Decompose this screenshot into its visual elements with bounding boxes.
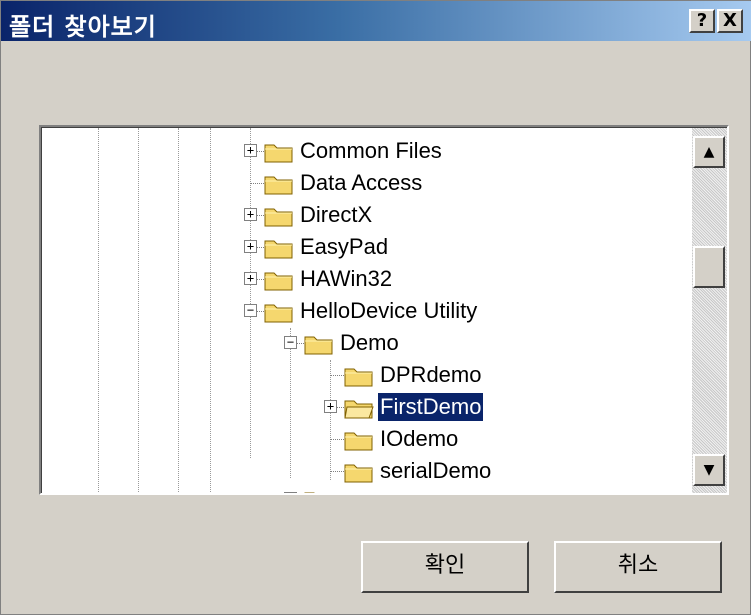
tree-item-label[interactable]: Data Access [298, 169, 424, 197]
expand-icon[interactable]: + [284, 492, 297, 493]
folder-tree-viewport: + Common Files Data Access + DirectX + E… [41, 127, 727, 493]
folder-icon [344, 432, 373, 451]
folder-icon [264, 144, 293, 163]
tree-item-label[interactable]: IOdemo [378, 425, 460, 453]
tree-item-label[interactable]: DPRdemo [378, 361, 483, 389]
folder-tree[interactable]: + Common Files Data Access + DirectX + E… [39, 125, 729, 495]
folder-icon [264, 272, 293, 291]
tree-guide-line [290, 328, 291, 478]
folder-open-icon [264, 304, 293, 323]
folder-icon [344, 464, 373, 483]
scroll-thumb[interactable] [693, 246, 725, 288]
tree-item-label[interactable]: HAWin32 [298, 265, 394, 293]
title-bar[interactable]: 폴더 찾아보기 ? X [1, 1, 751, 41]
folder-icon [264, 208, 293, 227]
tree-guide-line [178, 128, 179, 493]
tree-guide-line [98, 128, 99, 493]
tree-item-label[interactable]: Common Files [298, 137, 444, 165]
close-button[interactable]: X [717, 9, 743, 33]
expand-icon[interactable]: + [244, 272, 257, 285]
expand-icon[interactable]: + [324, 400, 337, 413]
tree-guide-line [250, 128, 251, 458]
tree-guide-line [210, 128, 211, 493]
folder-open-icon [304, 336, 333, 355]
window-title: 폴더 찾아보기 [9, 13, 157, 41]
folder-open-icon [344, 400, 374, 419]
browse-folder-dialog: 폴더 찾아보기 ? X + Common Files Data Access +… [0, 0, 751, 615]
help-button[interactable]: ? [689, 9, 715, 33]
tree-item-label[interactable]: EasyPad [298, 233, 390, 261]
folder-icon [264, 176, 293, 195]
vertical-scrollbar[interactable]: ▲ ▼ [692, 128, 727, 493]
expand-icon[interactable]: + [244, 208, 257, 221]
expand-icon[interactable]: + [244, 240, 257, 253]
collapse-icon[interactable]: − [244, 304, 257, 317]
tree-item-label[interactable]: DirectX [298, 201, 374, 229]
scroll-down-button[interactable]: ▼ [693, 454, 725, 486]
folder-icon [304, 492, 315, 493]
tree-item-label[interactable]: serialDemo [378, 457, 493, 485]
folder-icon [264, 240, 293, 259]
tree-item-label-selected[interactable]: FirstDemo [376, 392, 485, 422]
ok-button[interactable]: 확인 [361, 541, 529, 593]
tree-item-label[interactable]: src [338, 485, 371, 493]
tree-guide-line [138, 128, 139, 493]
expand-icon[interactable]: + [244, 144, 257, 157]
tree-item-label[interactable]: Demo [338, 329, 401, 357]
cancel-button[interactable]: 취소 [554, 541, 722, 593]
tree-guide-line [330, 360, 331, 480]
tree-item-label[interactable]: HelloDevice Utility [298, 297, 479, 325]
collapse-icon[interactable]: − [284, 336, 297, 349]
folder-icon [344, 368, 373, 387]
scroll-up-button[interactable]: ▲ [693, 136, 725, 168]
